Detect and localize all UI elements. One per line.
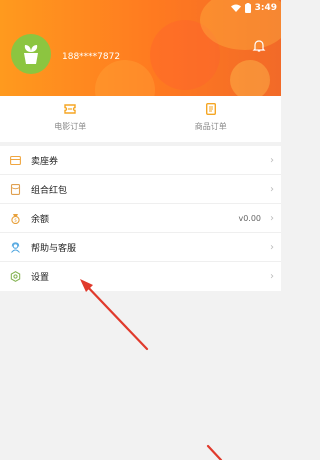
movie-orders-button[interactable]: 电影订单 — [0, 96, 141, 142]
product-orders-label: 商品订单 — [194, 122, 227, 131]
movie-orders-label: 电影订单 — [54, 122, 87, 131]
settings-icon — [10, 271, 21, 282]
status-time: 3:49 — [254, 3, 277, 13]
menu-item-balance[interactable]: $ 余额 v0.00 › — [0, 204, 281, 233]
menu-item-coupons[interactable]: 卖座券 › — [0, 146, 281, 175]
menu-item-settings[interactable]: 设置 › — [0, 262, 281, 291]
menu-item-label: 余额 — [31, 214, 50, 225]
menu-item-label: 组合红包 — [31, 185, 68, 196]
product-orders-button[interactable]: 商品订单 — [141, 96, 282, 142]
svg-text:$: $ — [14, 217, 17, 223]
wifi-icon — [230, 4, 241, 12]
red-packet-icon — [10, 183, 21, 195]
chevron-right-icon: › — [270, 154, 274, 166]
menu-item-label: 卖座券 — [31, 156, 59, 167]
chevron-right-icon: › — [270, 271, 274, 282]
menu-item-help-support[interactable]: 帮助与客服 › — [0, 233, 281, 262]
battery-icon — [244, 3, 251, 13]
order-shortcuts: 电影订单 商品订单 — [0, 96, 281, 142]
coupon-icon — [10, 155, 21, 166]
user-phone: 188****7872 — [62, 52, 121, 62]
annotation-arrow — [206, 444, 223, 460]
menu-item-label: 设置 — [31, 273, 50, 283]
balance-icon: $ — [10, 213, 21, 224]
account-menu: 卖座券 › 组合红包 › $ 余额 v0.00 › 帮助与客服 › 设置 › — [0, 146, 281, 291]
avatar[interactable] — [11, 34, 51, 74]
profile-header: 3:49 188****7872 — [0, 0, 281, 96]
support-icon — [10, 241, 21, 253]
status-bar: 3:49 — [230, 2, 277, 14]
menu-item-label: 帮助与客服 — [31, 243, 77, 254]
chevron-right-icon: › — [270, 212, 274, 224]
ticket-icon — [64, 104, 76, 114]
chevron-right-icon: › — [270, 183, 274, 195]
chevron-right-icon: › — [270, 241, 274, 253]
header-decoration — [230, 60, 270, 96]
notification-bell-icon[interactable] — [252, 39, 266, 53]
annotation-arrow — [82, 281, 149, 351]
plant-pot-icon — [24, 45, 38, 64]
receipt-icon — [205, 103, 216, 115]
menu-item-red-packets[interactable]: 组合红包 › — [0, 175, 281, 204]
balance-value: v0.00 — [238, 213, 261, 223]
header-decoration — [95, 60, 155, 96]
